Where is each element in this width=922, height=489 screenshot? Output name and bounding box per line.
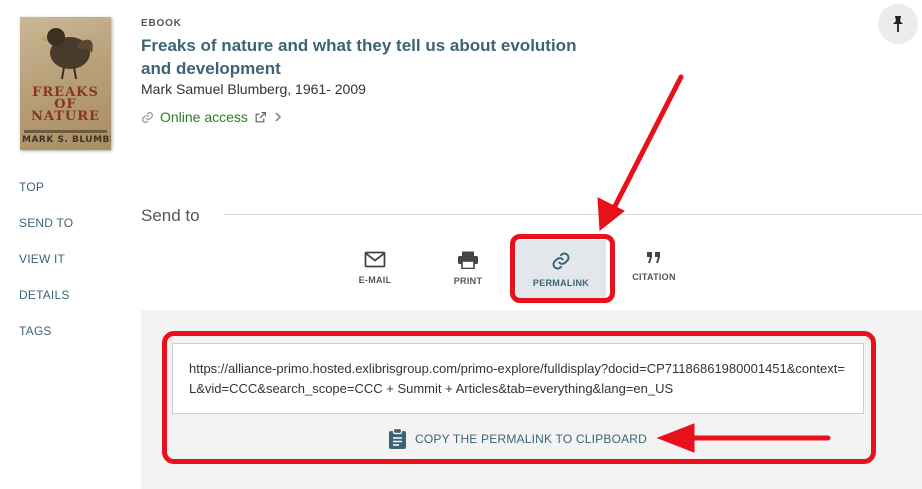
send-to-divider [223, 214, 922, 215]
external-link-icon [255, 111, 266, 122]
record-title[interactable]: Freaks of nature and what they tell us a… [141, 34, 611, 80]
annotation-highlight-permalink [510, 234, 615, 303]
citation-button[interactable]: CITATION [609, 240, 699, 298]
nav-item-send-to[interactable]: SEND TO [19, 216, 73, 252]
pin-record-button[interactable] [878, 4, 918, 44]
cover-divider [24, 130, 107, 133]
send-to-heading: Send to [141, 206, 200, 225]
annotation-highlight-permalink-panel [162, 331, 876, 464]
print-button[interactable]: PRINT [423, 240, 513, 298]
cover-author-text: MARK S. BLUMBERG [22, 135, 111, 145]
quote-icon [647, 252, 660, 263]
online-access-link[interactable]: Online access [141, 109, 283, 125]
nav-item-details[interactable]: DETAILS [19, 288, 73, 324]
resource-type-label: EBOOK [141, 18, 182, 29]
email-button[interactable]: E-MAIL [330, 240, 420, 298]
email-label: E-MAIL [358, 275, 392, 285]
link-icon [142, 111, 153, 123]
citation-label: CITATION [632, 272, 676, 282]
chevron-right-icon [275, 112, 282, 122]
envelope-icon [364, 251, 386, 268]
annotation-arrow-down [597, 74, 684, 231]
book-cover-thumbnail[interactable]: FREAKS OF NATURE MARK S. BLUMBERG [20, 17, 111, 150]
nav-item-top[interactable]: TOP [19, 180, 73, 216]
side-navigation: TOP SEND TO VIEW IT DETAILS TAGS [19, 180, 73, 360]
cover-title-text: FREAKS OF NATURE [31, 85, 100, 124]
nav-item-tags[interactable]: TAGS [19, 324, 73, 360]
pin-icon [893, 16, 903, 32]
printer-icon [458, 251, 478, 269]
record-author: Mark Samuel Blumberg, 1961- 2009 [141, 81, 366, 97]
online-access-label: Online access [160, 109, 248, 125]
cover-bird-illustration [40, 28, 93, 80]
print-label: PRINT [453, 276, 483, 286]
nav-item-view-it[interactable]: VIEW IT [19, 252, 73, 288]
